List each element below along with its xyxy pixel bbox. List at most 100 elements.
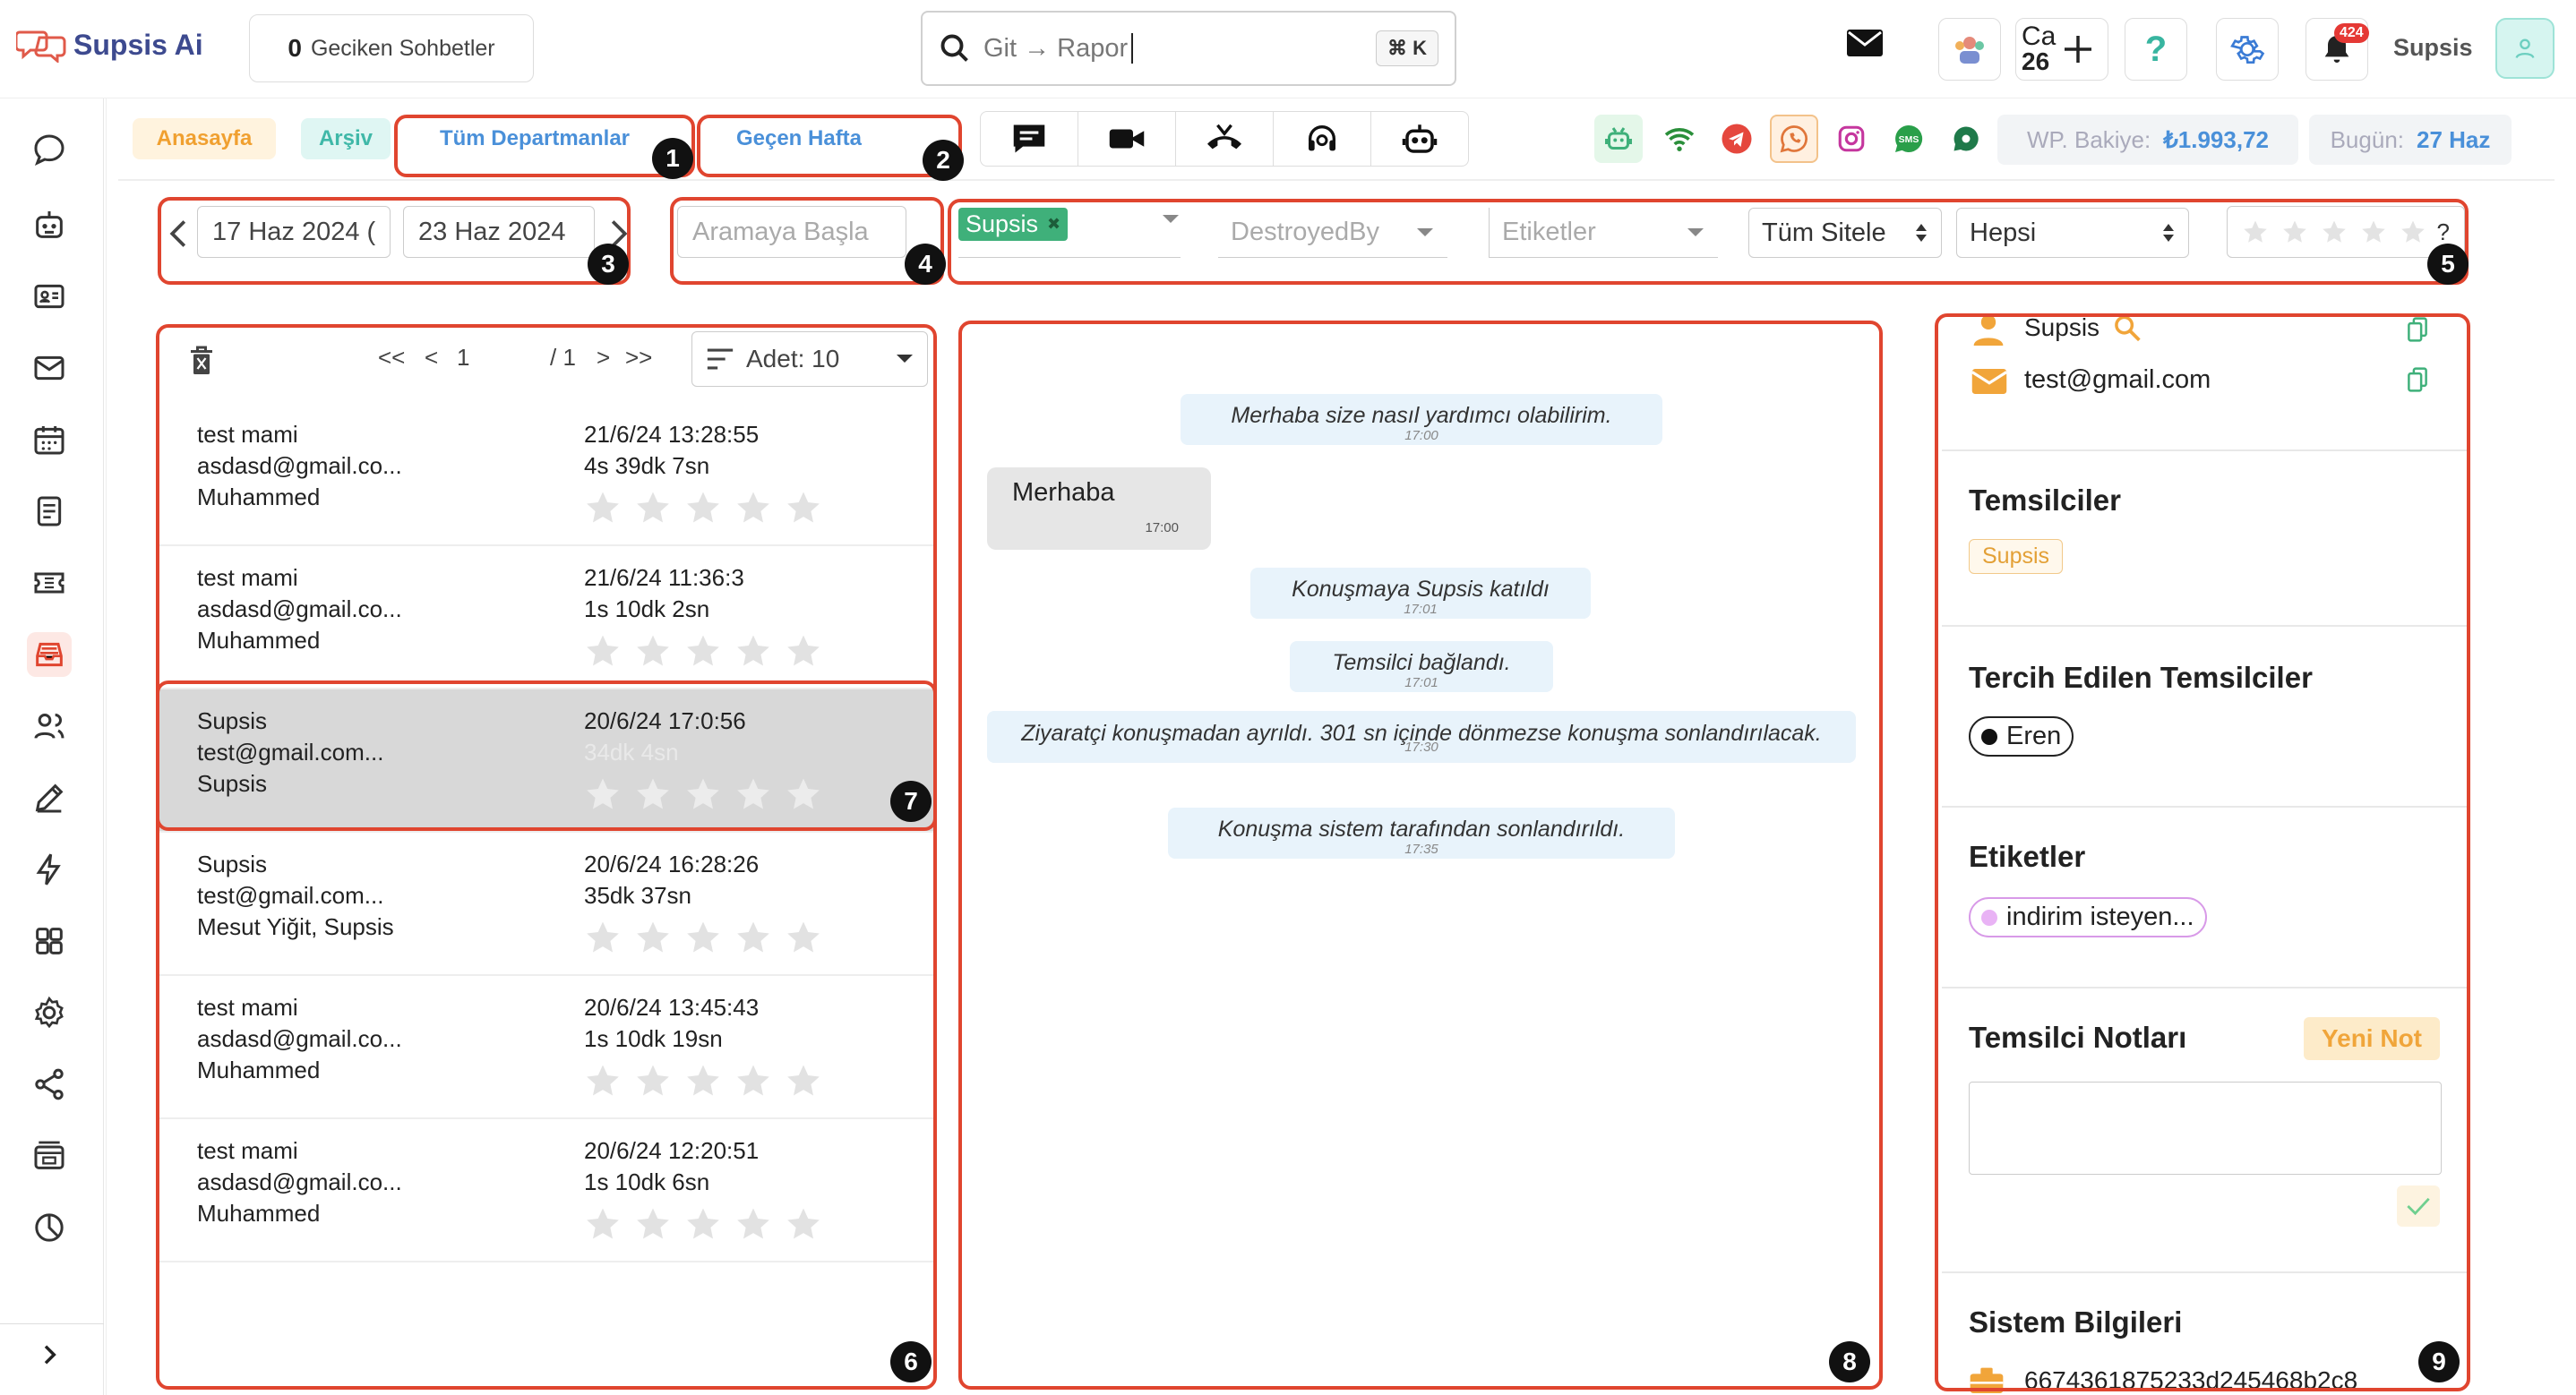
rating-star[interactable] — [684, 919, 722, 956]
date-prev-button[interactable] — [167, 218, 190, 249]
rating-star[interactable] — [734, 632, 772, 670]
sidebar-item-reports[interactable] — [27, 1205, 72, 1250]
sidebar-item-editor[interactable] — [27, 775, 72, 820]
rating-star[interactable] — [785, 489, 822, 526]
sidebar-item-tasks[interactable] — [27, 489, 72, 534]
source-android-button[interactable] — [1594, 115, 1643, 163]
rating-star[interactable] — [785, 775, 822, 813]
date-end-input[interactable]: 23 Haz 2024 — [403, 206, 595, 258]
page-number-input[interactable]: 1 — [457, 344, 469, 372]
agent-filter-select[interactable]: Supsis ✖ — [958, 208, 1181, 258]
rating-star[interactable] — [2281, 218, 2308, 245]
team-button[interactable] — [1938, 18, 2001, 81]
rating-star[interactable] — [584, 489, 622, 526]
rating-star[interactable] — [734, 1062, 772, 1100]
rating-star[interactable] — [2242, 218, 2269, 245]
remove-tag-icon[interactable]: ✖ — [1047, 215, 1060, 234]
sidebar-item-conversations[interactable] — [27, 127, 72, 172]
copy-icon[interactable] — [2408, 367, 2427, 392]
next-page-button[interactable]: > — [597, 344, 610, 372]
rating-star[interactable] — [584, 1205, 622, 1243]
mail-icon[interactable] — [1845, 27, 1885, 59]
rating-star[interactable] — [634, 919, 672, 956]
rating-star[interactable] — [2360, 218, 2387, 245]
conversation-search-input[interactable]: Aramaya Başla — [677, 206, 906, 258]
rating-star[interactable] — [634, 489, 672, 526]
conversation-row[interactable]: test mami asdasd@gmail.co... Muhammed 20/6/… — [159, 1119, 935, 1262]
channel-chat-button[interactable] — [981, 112, 1078, 166]
prev-page-button[interactable]: < — [425, 344, 438, 372]
source-instagram-button[interactable] — [1827, 115, 1876, 163]
page-size-select[interactable]: Adet: 10 — [691, 331, 928, 387]
channel-call-button[interactable] — [1176, 112, 1274, 166]
rating-star[interactable] — [584, 632, 622, 670]
sidebar-item-users[interactable] — [27, 704, 72, 749]
conversation-rating[interactable] — [584, 775, 822, 813]
conversation-row[interactable]: test mami asdasd@gmail.co... Muhammed 21/6/… — [159, 403, 935, 546]
rating-star[interactable] — [634, 775, 672, 813]
channel-bot-button[interactable] — [1371, 112, 1468, 166]
conversation-rating[interactable] — [584, 1062, 822, 1100]
source-webchat-button[interactable] — [1942, 115, 1990, 163]
rating-star[interactable] — [785, 919, 822, 956]
channel-support-button[interactable] — [1274, 112, 1371, 166]
help-button[interactable]: ? — [2125, 18, 2187, 81]
tags-filter-select[interactable]: Etiketler — [1489, 208, 1718, 258]
rating-star[interactable] — [785, 632, 822, 670]
conversation-rating[interactable] — [584, 632, 822, 670]
tab-home[interactable]: Anasayfa — [133, 118, 276, 159]
rating-star[interactable] — [734, 489, 772, 526]
rating-filter[interactable]: ? — [2227, 206, 2465, 258]
app-logo[interactable]: Supsis Ai — [16, 27, 203, 63]
pref-chip[interactable]: Eren — [1969, 716, 2074, 757]
source-whatsapp-button[interactable] — [1770, 115, 1818, 163]
new-note-button[interactable]: Yeni Not — [2303, 1017, 2440, 1060]
channel-video-button[interactable] — [1078, 112, 1176, 166]
rating-star[interactable] — [684, 489, 722, 526]
conversation-row[interactable]: test mami asdasd@gmail.co... Muhammed 20/6/… — [159, 976, 935, 1119]
rating-star[interactable] — [584, 775, 622, 813]
calendar-add-button[interactable]: Ca 26 — [2015, 18, 2108, 81]
note-textarea[interactable] — [1969, 1082, 2442, 1175]
delayed-chats-button[interactable]: 0 Geciken Sohbetler — [249, 14, 534, 82]
first-page-button[interactable]: << — [378, 344, 405, 372]
rating-star[interactable] — [634, 1062, 672, 1100]
rating-stars[interactable] — [2242, 218, 2426, 245]
sidebar-item-calendar[interactable] — [27, 417, 72, 462]
sidebar-item-automation[interactable] — [27, 847, 72, 892]
settings-button[interactable] — [2216, 18, 2279, 81]
sidebar-item-contacts[interactable] — [27, 274, 72, 319]
agent-tag[interactable]: Supsis ✖ — [958, 208, 1069, 241]
rating-star[interactable] — [634, 632, 672, 670]
sidebar-item-bots[interactable] — [27, 202, 72, 247]
conversation-rating[interactable] — [584, 489, 822, 526]
department-filter[interactable]: Tüm Departmanlar — [405, 118, 665, 159]
source-wifi-button[interactable] — [1655, 115, 1704, 163]
conversation-rating[interactable] — [584, 919, 822, 956]
rating-star[interactable] — [785, 1205, 822, 1243]
site-filter-select[interactable]: Tüm Sitele — [1748, 208, 1942, 258]
rating-star[interactable] — [734, 775, 772, 813]
rep-chip[interactable]: Supsis — [1969, 539, 2064, 574]
rating-star[interactable] — [734, 919, 772, 956]
save-note-button[interactable] — [2397, 1185, 2440, 1227]
source-sms-button[interactable]: SMS — [1885, 115, 1933, 163]
trash-icon[interactable] — [188, 344, 215, 378]
rating-star[interactable] — [684, 632, 722, 670]
search-person-icon[interactable] — [2112, 313, 2144, 342]
date-start-input[interactable]: 17 Haz 2024 ( — [197, 206, 391, 258]
sidebar-item-archive[interactable] — [27, 632, 72, 677]
source-telegram-button[interactable] — [1713, 115, 1761, 163]
rating-star[interactable] — [684, 775, 722, 813]
status-filter-select[interactable]: Hepsi — [1956, 208, 2189, 258]
rating-star[interactable] — [734, 1205, 772, 1243]
search-input[interactable]: Git → Rapor — [983, 34, 1128, 64]
sidebar-item-integrations[interactable] — [27, 1062, 72, 1107]
avatar[interactable] — [2495, 18, 2555, 79]
sidebar-item-mail[interactable] — [27, 346, 72, 390]
rating-star[interactable] — [684, 1062, 722, 1100]
destroyed-by-select[interactable]: DestroyedBy — [1218, 208, 1447, 258]
copy-icon[interactable] — [2408, 317, 2427, 342]
sidebar-item-tickets[interactable] — [27, 561, 72, 605]
rating-star[interactable] — [634, 1205, 672, 1243]
